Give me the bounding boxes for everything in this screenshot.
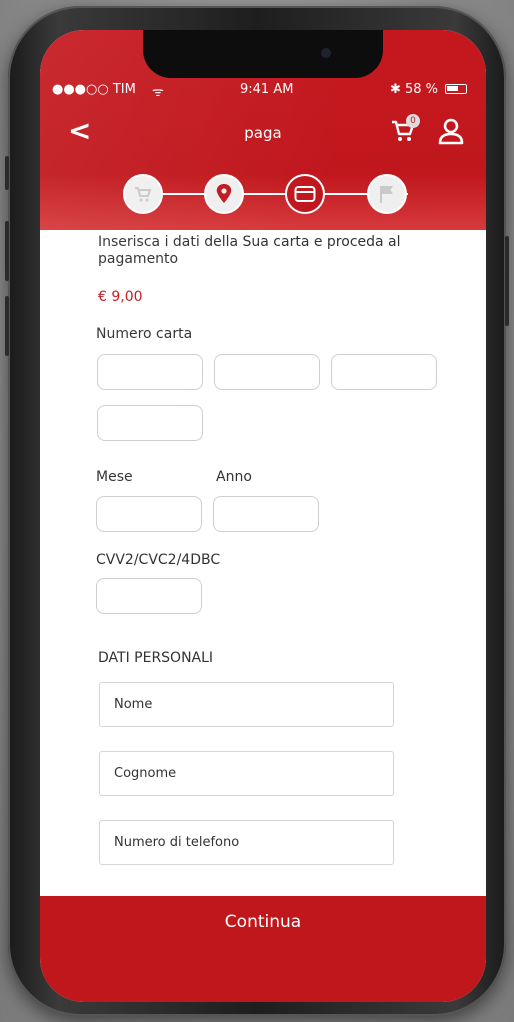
cart-badge: 0 xyxy=(406,114,420,128)
card-number-field-1[interactable] xyxy=(97,354,203,390)
cart-icon xyxy=(135,187,152,202)
continue-button[interactable]: Continua xyxy=(40,912,486,932)
checkout-steps xyxy=(40,166,486,222)
last-name-placeholder: Cognome xyxy=(114,766,177,781)
cvv-label: CVV2/CVC2/4DBC xyxy=(96,552,221,568)
step-payment[interactable] xyxy=(285,174,325,214)
app-screen: ●●●○○ TIM ᯤ 9:41 AM ✱ 58 % < paga 0 Inse… xyxy=(40,30,486,1002)
volume-down-button xyxy=(5,296,9,356)
battery-percent: 58 % xyxy=(405,82,439,97)
nav-bar: < paga 0 xyxy=(40,114,486,150)
phone-field[interactable]: Numero di telefono xyxy=(99,820,394,865)
footer-bar: Continua xyxy=(40,896,486,1002)
profile-button[interactable] xyxy=(436,116,466,146)
battery-icon xyxy=(445,84,467,94)
price-label: € 9,00 xyxy=(98,289,143,305)
month-label: Mese xyxy=(96,469,133,485)
cvv-field[interactable] xyxy=(96,578,202,614)
step-address[interactable] xyxy=(204,174,244,214)
status-bar: ●●●○○ TIM ᯤ 9:41 AM ✱ 58 % xyxy=(40,82,486,102)
location-pin-icon xyxy=(216,184,232,203)
last-name-field[interactable]: Cognome xyxy=(99,751,394,796)
status-time: 9:41 AM xyxy=(240,82,294,97)
power-button xyxy=(505,236,509,326)
bluetooth-icon: ✱ xyxy=(390,82,401,97)
year-field[interactable] xyxy=(213,496,319,532)
front-camera xyxy=(321,48,331,58)
cart-button[interactable]: 0 xyxy=(390,114,420,146)
card-number-label: Numero carta xyxy=(96,326,193,342)
mute-switch xyxy=(5,156,9,190)
card-number-field-4[interactable] xyxy=(97,405,203,441)
year-label: Anno xyxy=(216,469,252,485)
wifi-icon: ᯤ xyxy=(152,85,164,100)
step-confirm[interactable] xyxy=(367,174,407,214)
phone-placeholder: Numero di telefono xyxy=(114,835,240,850)
first-name-field[interactable]: Nome xyxy=(99,682,394,727)
credit-card-icon xyxy=(294,186,316,202)
carrier: ●●●○○ TIM xyxy=(52,82,136,97)
month-field[interactable] xyxy=(96,496,202,532)
volume-up-button xyxy=(5,221,9,281)
user-icon xyxy=(438,118,464,145)
step-cart[interactable] xyxy=(123,174,163,214)
first-name-placeholder: Nome xyxy=(114,697,153,712)
card-number-field-2[interactable] xyxy=(214,354,320,390)
flag-icon xyxy=(380,186,393,203)
card-number-field-3[interactable] xyxy=(331,354,437,390)
personal-data-heading: DATI PERSONALI xyxy=(98,650,214,666)
phone-notch xyxy=(143,30,383,78)
intro-text: Inserisca i dati della Sua carta e proce… xyxy=(98,234,401,267)
page-title: paga xyxy=(244,124,282,142)
